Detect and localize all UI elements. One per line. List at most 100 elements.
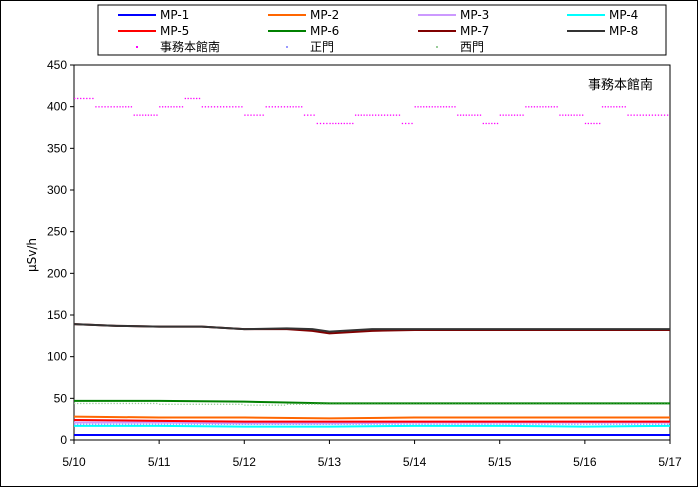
series-point [107,402,109,405]
series-point [454,423,456,425]
y-tick-label: 0 [60,433,67,447]
series-point [223,106,225,108]
series-point [469,423,471,425]
series-point [499,423,501,425]
series-point [136,114,138,116]
series-point [95,402,97,405]
series-point [474,114,476,116]
series-point [460,423,462,425]
series-point [357,114,360,116]
series-point [457,423,459,425]
series-point [484,423,486,425]
series-point [496,423,498,425]
x-tick-label: 5/13 [318,455,342,469]
series-point [460,403,463,405]
series-point [244,423,247,425]
series-point [343,423,345,425]
series-point [595,403,597,405]
series-point [380,114,383,116]
series-point [487,423,489,425]
series-point [424,423,426,425]
series-point [150,402,152,405]
series-point [369,114,371,116]
series-point [463,423,465,425]
series-point [101,402,103,405]
series-point [195,403,197,405]
series-line [74,424,671,428]
series-point [383,403,385,405]
series-point [259,404,261,406]
series-point [360,114,362,116]
series-point [649,423,651,425]
series-point [368,403,370,405]
series-3 [74,424,671,428]
plot-annotation: 事務本館南 [588,77,653,93]
series-point [299,403,301,405]
series-point [655,403,657,405]
series-point [550,106,553,108]
series-point [229,403,231,405]
series-point [601,403,603,405]
series-point [292,403,295,405]
series-point [127,423,130,425]
series-point [613,106,615,108]
series-point [425,106,428,108]
series-point [411,122,413,125]
series-point [133,423,136,425]
series-point [238,106,240,108]
series-point [316,423,318,425]
series-point [289,423,291,425]
series-point [271,423,273,425]
series-point [142,423,145,425]
series-point [559,423,561,425]
series-point [634,423,636,425]
series-point [481,403,484,405]
series-point [436,423,438,425]
series-point [621,106,624,108]
series-point [471,114,473,116]
series-point [363,114,365,116]
series-point [445,106,448,108]
series-point [517,423,519,425]
series-point [97,423,100,425]
y-tick-label: 400 [47,100,67,114]
series-point [169,423,172,425]
series-point [448,423,450,425]
series-point [220,423,223,425]
legend-label: MP-3 [460,8,489,22]
series-point [428,106,431,108]
series-point [247,423,250,425]
series-point [445,423,447,425]
series-point [535,403,537,405]
series-point [499,403,502,405]
x-tick-label: 5/10 [62,455,86,469]
series-point [377,114,380,116]
series-point [85,423,88,425]
series-point [198,403,200,405]
series-point [316,122,318,125]
series-point [511,114,513,116]
series-point [180,403,182,405]
legend-label: 事務本館南 [160,39,220,54]
series-point [79,423,82,425]
series-point [502,114,504,116]
series-point [604,403,606,405]
series-point [584,122,587,125]
series-point [466,423,468,425]
x-tick-label: 5/14 [403,455,427,469]
series-point [619,403,621,405]
series-point [337,122,340,125]
series-point [356,403,358,405]
series-point [77,402,79,405]
series-point [457,114,459,116]
series-point [636,114,638,116]
series-point [535,423,537,425]
series-point [77,97,79,100]
series-point [271,404,273,406]
legend-label: MP-7 [460,24,489,38]
series-point [533,106,536,108]
series-point [667,403,669,405]
series-point [598,423,600,425]
series-point [417,106,419,108]
series-point [145,423,148,425]
